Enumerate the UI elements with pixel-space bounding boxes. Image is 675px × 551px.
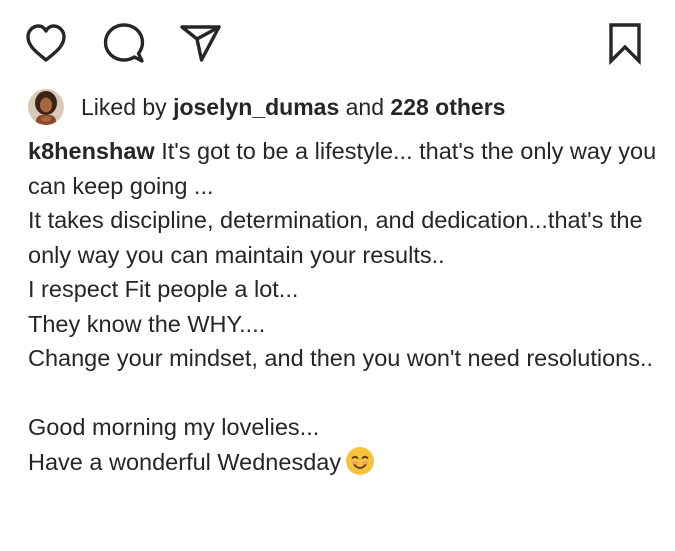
comment-button[interactable] — [99, 18, 149, 68]
save-button[interactable] — [600, 18, 650, 68]
avatar[interactable] — [28, 89, 64, 125]
likes-prefix: Liked by — [81, 93, 167, 120]
share-button[interactable] — [175, 18, 225, 68]
bookmark-outline-icon — [609, 23, 641, 66]
likes-summary: Liked by joselyn_dumas and 228 others — [28, 88, 505, 126]
likes-others-link[interactable]: 228 others — [390, 94, 505, 121]
liker-username-link[interactable]: joselyn_dumas — [173, 94, 339, 121]
paper-plane-icon — [180, 25, 221, 62]
likes-connector: and — [345, 93, 385, 120]
caption-username-link[interactable]: k8henshaw — [28, 138, 155, 164]
smiling-face-emoji — [345, 446, 375, 486]
post-caption: k8henshaw It's got to be a lifestyle... … — [28, 134, 658, 485]
like-button[interactable] — [21, 18, 71, 68]
speech-bubble-icon — [103, 23, 145, 63]
post-action-bar — [0, 0, 675, 84]
heart-outline-icon — [26, 24, 66, 62]
liker-avatar-image — [28, 89, 64, 125]
caption-text: It's got to be a lifestyle... that's the… — [28, 138, 657, 475]
